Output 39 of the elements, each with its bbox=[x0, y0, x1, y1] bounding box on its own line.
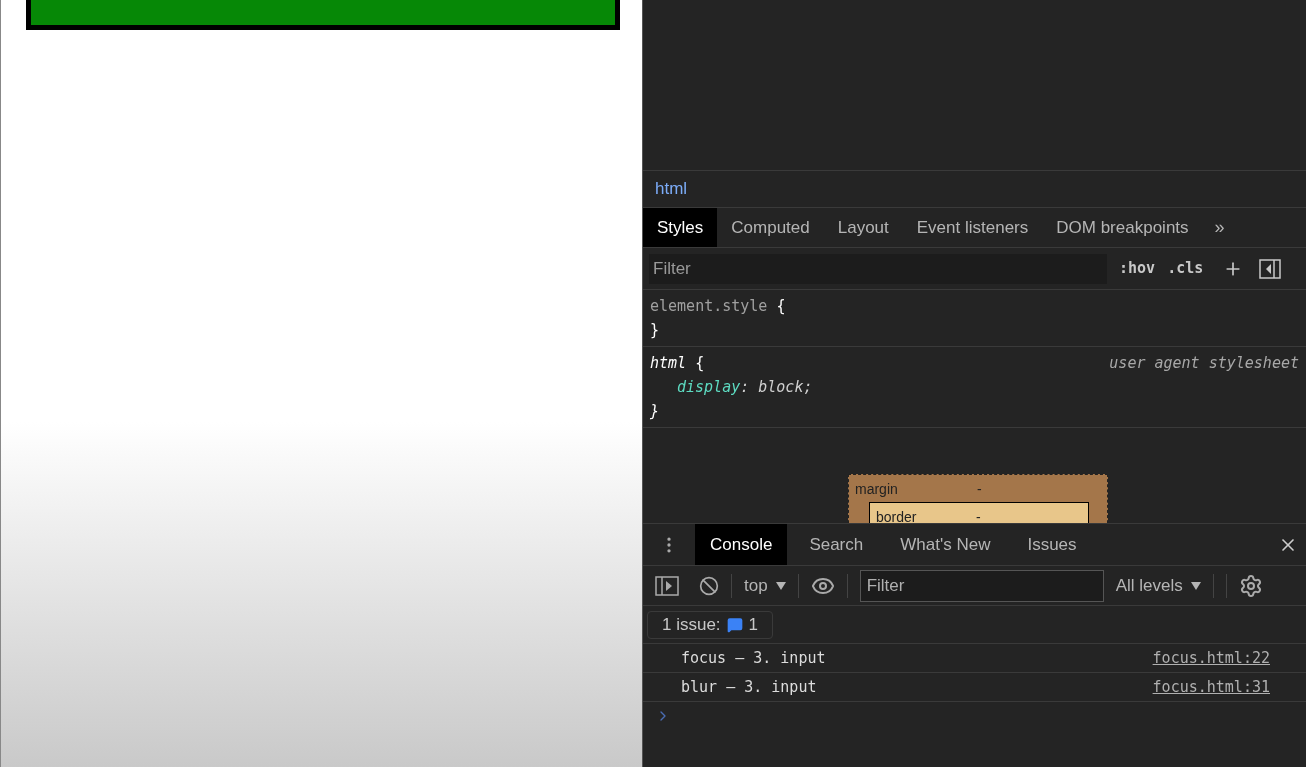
sidebar-toggle-icon[interactable] bbox=[655, 575, 679, 596]
toggle-button[interactable]: .cls bbox=[1167, 257, 1204, 280]
closing-brace: } bbox=[650, 401, 661, 422]
breadcrumb[interactable]: html bbox=[655, 176, 688, 202]
drawer-tab[interactable]: Search bbox=[794, 524, 879, 565]
sidebar-toggle-icon[interactable] bbox=[1259, 258, 1282, 279]
toggle-button[interactable]: :hov bbox=[1119, 257, 1156, 280]
caret-icon bbox=[1190, 581, 1201, 590]
panel-tab[interactable]: Styles bbox=[643, 208, 718, 247]
rule-source: user agent stylesheet bbox=[1109, 353, 1299, 374]
filter-field[interactable]: Filter bbox=[649, 253, 1107, 284]
closing-brace: } bbox=[650, 320, 661, 341]
issues-button[interactable]: 1 issue: 1 bbox=[647, 610, 774, 639]
console-filter-field[interactable]: Filter bbox=[859, 569, 1104, 602]
drawer-tab[interactable]: Console bbox=[695, 524, 788, 565]
rule-selector: element.style { bbox=[650, 296, 786, 317]
border-label: border bbox=[876, 508, 918, 523]
panel-tab[interactable]: Event listeners bbox=[902, 208, 1043, 247]
rule-selector: html { bbox=[650, 353, 705, 374]
clear-console-icon[interactable] bbox=[699, 575, 719, 596]
console-message: focus – 3. input bbox=[681, 647, 826, 669]
message-icon bbox=[726, 616, 743, 633]
declaration[interactable]: display: block; bbox=[650, 375, 1299, 399]
border-value: - bbox=[976, 508, 981, 523]
margin-label: margin bbox=[855, 480, 899, 499]
settings-icon[interactable] bbox=[1238, 573, 1263, 598]
caret-icon bbox=[775, 581, 786, 590]
drawer-tab[interactable]: Issues bbox=[1012, 524, 1092, 565]
source-link[interactable]: focus.html:22 bbox=[1152, 646, 1270, 670]
panel-tab[interactable]: DOM breakpoints bbox=[1042, 208, 1203, 247]
context-dropdown[interactable]: top bbox=[744, 572, 786, 599]
panel-tab[interactable]: Layout bbox=[823, 208, 903, 247]
console-message: blur – 3. input bbox=[681, 676, 817, 698]
more-tabs-button[interactable]: » bbox=[1202, 208, 1237, 247]
margin-value: - bbox=[977, 480, 982, 499]
panel-tab[interactable]: Computed bbox=[717, 208, 824, 247]
source-link[interactable]: focus.html:31 bbox=[1152, 675, 1270, 699]
drawer-tab[interactable]: What's New bbox=[885, 524, 1006, 565]
levels-dropdown[interactable]: All levels bbox=[1115, 572, 1201, 599]
